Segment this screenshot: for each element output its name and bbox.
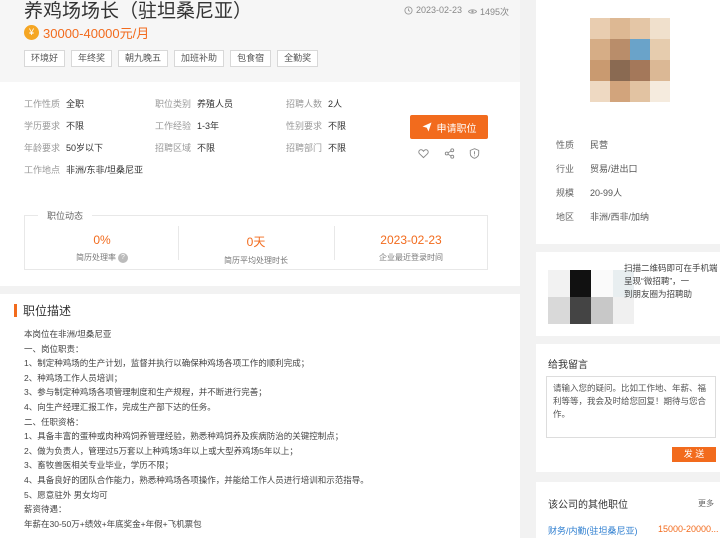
attr-experience: 工作经验 1-3年	[155, 121, 220, 131]
job-header: 养鸡场场长（驻坦桑尼亚） 2023-02-23 1495次 ¥ 30000-40…	[0, 0, 520, 82]
other-jobs-more-link[interactable]: 更多	[698, 498, 714, 509]
attr-work-type: 工作性质 全职	[24, 99, 85, 109]
benefit-tags: 环境好 年终奖 朝九晚五 加班补助 包食宿 全勤奖	[24, 50, 319, 67]
section-separator	[0, 286, 520, 294]
attr-department: 招聘部门 不限	[286, 143, 347, 153]
attr-location: 工作地点 非洲/东非/坦桑尼亚	[24, 165, 144, 175]
heart-icon[interactable]	[418, 148, 429, 159]
company-info-industry: 行业 贸易/进出口	[556, 164, 638, 174]
stat-divider	[178, 226, 179, 260]
attr-headcount: 招聘人数 2人	[286, 99, 343, 109]
post-date: 2023-02-23	[404, 5, 462, 15]
description-line: 1、制定种鸡场的生产计划，监督并执行以确保种鸡场各项工作的顺利完成；	[24, 358, 310, 369]
company-info-size: 规模 20-99人	[556, 188, 623, 198]
attr-region: 招聘区域 不限	[155, 143, 216, 153]
salary-row: ¥ 30000-40000元/月	[24, 23, 149, 42]
description-line: 年薪在30-50万+绩效+年底奖金+年假+飞机票包	[24, 518, 202, 529]
description-line: 3、畜牧兽医相关专业毕业，学历不限；	[24, 460, 174, 471]
clock-icon	[404, 5, 413, 15]
help-icon[interactable]: ?	[118, 252, 128, 263]
company-info-region: 地区 非洲/西非/加纳	[556, 212, 650, 222]
send-icon	[422, 122, 431, 132]
attr-education: 学历要求 不限	[24, 121, 85, 131]
view-count-text: 1495次	[480, 7, 510, 17]
description-line: 2、做为负责人，管理过5万套以上种鸡场3年以上或大型养鸡场5年以上；	[24, 445, 298, 456]
benefit-tag: 加班补助	[174, 50, 225, 67]
description-line: 5、愿意驻外 男女均可	[24, 489, 108, 500]
description-line: 3、参与制定种鸡场各项管理制度和生产规程，并不断进行完善；	[24, 387, 267, 398]
description-line: 本岗位在非洲/坦桑尼亚	[24, 329, 112, 339]
benefit-tag: 全勤奖	[277, 50, 319, 67]
section-bar	[14, 304, 17, 317]
job-title: 养鸡场场长（驻坦桑尼亚）	[24, 1, 253, 22]
description-title: 职位描述	[23, 304, 72, 318]
yen-icon: ¥	[24, 25, 39, 40]
benefit-tag: 环境好	[24, 50, 66, 67]
report-icon[interactable]	[469, 148, 480, 159]
apply-button[interactable]: 申请职位	[410, 115, 488, 139]
qr-code	[548, 270, 634, 324]
description-line: 二、任职资格：	[24, 416, 84, 427]
stat-resume-rate: 0% 简历处理率?	[27, 233, 177, 263]
attr-gender: 性别要求 不限	[286, 121, 347, 131]
eye-icon	[468, 9, 477, 14]
other-jobs-title: 该公司的其他职位	[548, 500, 628, 511]
company-logo[interactable]	[590, 18, 670, 102]
job-description: 本岗位在非洲/坦桑尼亚 一、岗位职责： 1、制定种鸡场的生产计划，监督并执行以确…	[24, 327, 369, 531]
other-job-link[interactable]: 财务/内勤(驻坦桑尼亚)	[548, 524, 638, 537]
job-dynamics-title: 职位动态	[38, 209, 93, 222]
apply-button-label: 申请职位	[436, 123, 477, 135]
company-info-type: 性质 民营	[556, 140, 609, 150]
description-line: 4、向生产经理汇报工作，完成生产部下达的任务。	[24, 401, 216, 412]
description-line: 1、具备丰富的蛋种或肉种鸡饲养管理经验，熟悉种鸡饲养及疾病防治的关键控制点；	[24, 431, 344, 442]
attr-category: 职位类别 养殖人员	[155, 99, 234, 109]
job-detail-panel: 养鸡场场长（驻坦桑尼亚） 2023-02-23 1495次 ¥ 30000-40…	[0, 0, 520, 538]
post-date-text: 2023-02-23	[416, 5, 463, 15]
share-icon[interactable]	[444, 148, 455, 159]
qr-description: 扫描二维码即可在手机端 呈现“微招聘”，一 到朋友圈为招聘助	[624, 263, 718, 299]
message-input[interactable]: 请输入您的疑问。比如工作地、年薪、福利等等，我会及时给您回复！期待与您合作。	[546, 376, 716, 438]
description-line: 4、具备良好的团队合作能力，熟悉种鸡场各项操作，并能给工作人员进行培训和示范指导…	[24, 474, 369, 485]
stat-divider	[334, 226, 335, 260]
description-line: 2、种鸡场工作人员培训；	[24, 372, 123, 383]
description-header: 职位描述	[14, 302, 71, 319]
salary: 30000-40000元/月	[43, 26, 150, 41]
stat-resume-time: 0天 简历平均处理时长	[224, 235, 288, 265]
attr-age: 年龄要求 50岁以下	[24, 143, 104, 153]
benefit-tag: 朝九晚五	[118, 50, 169, 67]
send-button[interactable]: 发 送	[672, 447, 716, 462]
other-job-salary: 15000-20000...	[658, 524, 719, 534]
view-count: 1495次	[468, 5, 509, 18]
stat-last-login: 2023-02-23 企业最近登录时间	[379, 233, 443, 262]
benefit-tag: 年终奖	[71, 50, 113, 67]
message-title: 给我留言	[548, 360, 588, 371]
description-line: 一、岗位职责：	[24, 343, 84, 354]
description-line: 薪资待遇：	[24, 504, 67, 515]
benefit-tag: 包食宿	[230, 50, 272, 67]
